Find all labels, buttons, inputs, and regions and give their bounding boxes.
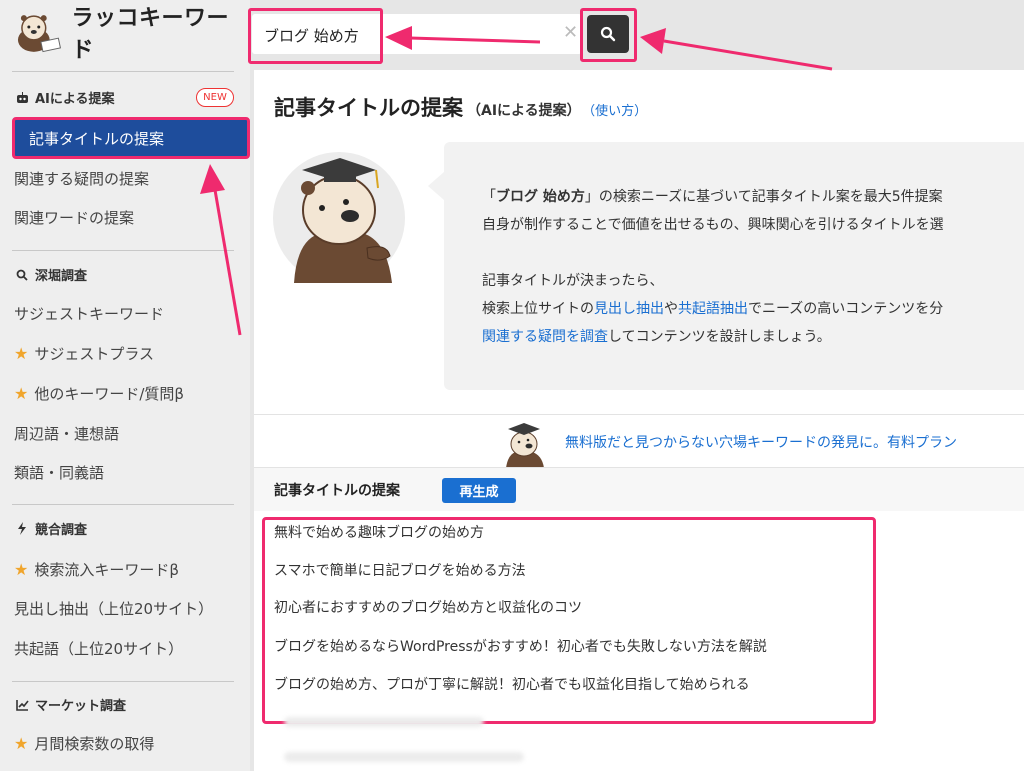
sidebar-item-monthly-volume[interactable]: ★ 月間検索数の取得 [14,732,154,754]
results-header: 記事タイトルの提案 再生成 [254,467,1024,511]
main-content: 記事タイトルの提案 （AIによる提案） （使い方） 「ブログ 始め方」の検索ニーズに… [254,70,1024,771]
otter-logo-icon [17,15,62,53]
magnifier-icon [13,269,31,281]
page-title-text: 記事タイトルの提案 [274,96,463,120]
sidebar-item-synonyms[interactable]: 類語・同義語 [14,461,104,483]
sidebar-item-associated-words[interactable]: 周辺語・連想語 [14,422,119,444]
blurred-row [284,717,484,727]
sidebar-item-label: 他のキーワード/質問β [34,384,184,403]
search-input-highlight [248,8,383,64]
new-badge: NEW [196,88,234,107]
regenerate-button[interactable]: 再生成 [442,478,516,503]
sidebar-item-label: 共起語（上位20サイト） [14,639,184,658]
sidebar-item-cooccurrence[interactable]: 共起語（上位20サイト） [14,637,183,659]
star-icon: ★ [14,383,29,403]
app-logo[interactable]: ラッコキーワード [12,6,250,63]
bubble-text: 検索上位サイトの [482,301,594,317]
sidebar-item-related-questions[interactable]: 関連する疑問の提案 [14,167,149,189]
sidebar-item-heading-extract[interactable]: 見出し抽出（上位20サイト） [14,597,213,619]
sidebar-item-label: 記事タイトルの提案 [29,129,165,148]
sidebar-item-related-words[interactable]: 関連ワードの提案 [14,206,134,228]
sidebar-item-label: 見出し抽出（上位20サイト） [14,599,214,618]
bubble-line-1: 「ブログ 始め方」の検索ニーズに基づいて記事タイトル案を最大5件提案 [482,186,943,206]
sidebar-item-inflow-keywords[interactable]: ★ 検索流入キーワードβ [14,558,179,580]
sidebar-item-label: サジェストプラス [34,344,155,363]
chart-icon [13,699,31,711]
promo-divider [254,414,1024,415]
bubble-text: でニーズの高いコンテンツを分 [748,301,944,317]
sidebar-item-suggest[interactable]: サジェストキーワード [14,302,164,324]
sidebar-divider [12,250,234,251]
sidebar-divider [12,504,234,505]
sidebar-item-label: 関連する疑問の提案 [14,169,150,188]
bubble-line-4: 検索上位サイトの見出し抽出や共起語抽出でニーズの高いコンテンツを分 [482,298,943,318]
quote-open: 「 [482,189,496,205]
star-icon: ★ [14,559,29,579]
bubble-line-2: 自身が制作することで価値を出せるもの、興味関心を引けるタイトルを選 [482,217,944,233]
heading-extract-link[interactable]: 見出し抽出 [594,301,664,317]
info-bubble: 「ブログ 始め方」の検索ニーズに基づいて記事タイトル案を最大5件提案 自身が制作… [428,142,1024,390]
section-deep-research: 深堀調査 [13,265,87,284]
otter-mascot-icon [273,152,405,283]
section-competitor: 競合調査 [13,519,87,538]
section-title: AIによる提案 [35,92,115,107]
arrow-to-search-button [640,28,833,71]
close-icon[interactable]: ✕ [563,22,578,43]
bubble-keyword: ブログ 始め方 [496,189,585,205]
related-questions-link[interactable]: 関連する疑問を調査 [482,329,608,345]
otter-small-icon [506,423,544,468]
cooccurrence-link[interactable]: 共起語抽出 [678,301,748,317]
bubble-text: してコンテンツを設計しましょう。 [608,329,831,345]
page-subtitle: （AIによる提案） [467,103,581,119]
section-title: 競合調査 [35,523,88,538]
app-logo-text: ラッコキーワード [71,6,230,63]
sidebar-item-label: サジェストキーワード [14,304,165,323]
sidebar-item-label: 検索流入キーワードβ [34,560,179,579]
bolt-icon [13,522,31,535]
section-title: 深堀調査 [35,269,88,284]
sidebar-item-label: 周辺語・連想語 [14,424,120,443]
sidebar-divider [12,71,234,72]
sidebar: ラッコキーワード AIによる提案 NEW 記事タイトルの提案 関連する疑問の提案… [0,0,250,771]
page-title: 記事タイトルの提案 （AIによる提案） （使い方） [274,92,647,122]
sidebar-item-label: 関連ワードの提案 [14,208,135,227]
promo-link[interactable]: 無料版だと見つからない穴場キーワードの発見に。有料プラン [565,432,957,452]
star-icon: ★ [14,343,29,363]
results-title: 記事タイトルの提案 [274,483,400,499]
blurred-row [284,752,524,762]
bubble-text: や [664,301,678,317]
bubble-line-5: 関連する疑問を調査してコンテンツを設計しましょう。 [482,326,831,346]
bubble-line-1-rest: 」の検索ニーズに基づいて記事タイトル案を最大5件提案 [584,189,943,205]
sidebar-item-suggest-plus[interactable]: ★ サジェストプラス [14,342,154,364]
sidebar-item-label: 類語・同義語 [14,463,105,482]
sidebar-item-article-title[interactable]: 記事タイトルの提案 [12,117,250,159]
sidebar-item-other-keywords[interactable]: ★ 他のキーワード/質問β [14,382,184,404]
section-ai-suggest: AIによる提案 [13,88,115,107]
star-icon: ★ [14,733,29,753]
section-title: マーケット調査 [35,699,127,714]
howto-link[interactable]: （使い方） [589,104,648,119]
robot-icon [13,91,31,104]
search-button-highlight [580,8,637,62]
results-highlight [262,517,876,724]
sidebar-item-label: 月間検索数の取得 [34,734,155,753]
sidebar-divider [12,681,234,682]
section-market: マーケット調査 [13,695,126,714]
bubble-line-3: 記事タイトルが決まったら、 [482,273,664,289]
